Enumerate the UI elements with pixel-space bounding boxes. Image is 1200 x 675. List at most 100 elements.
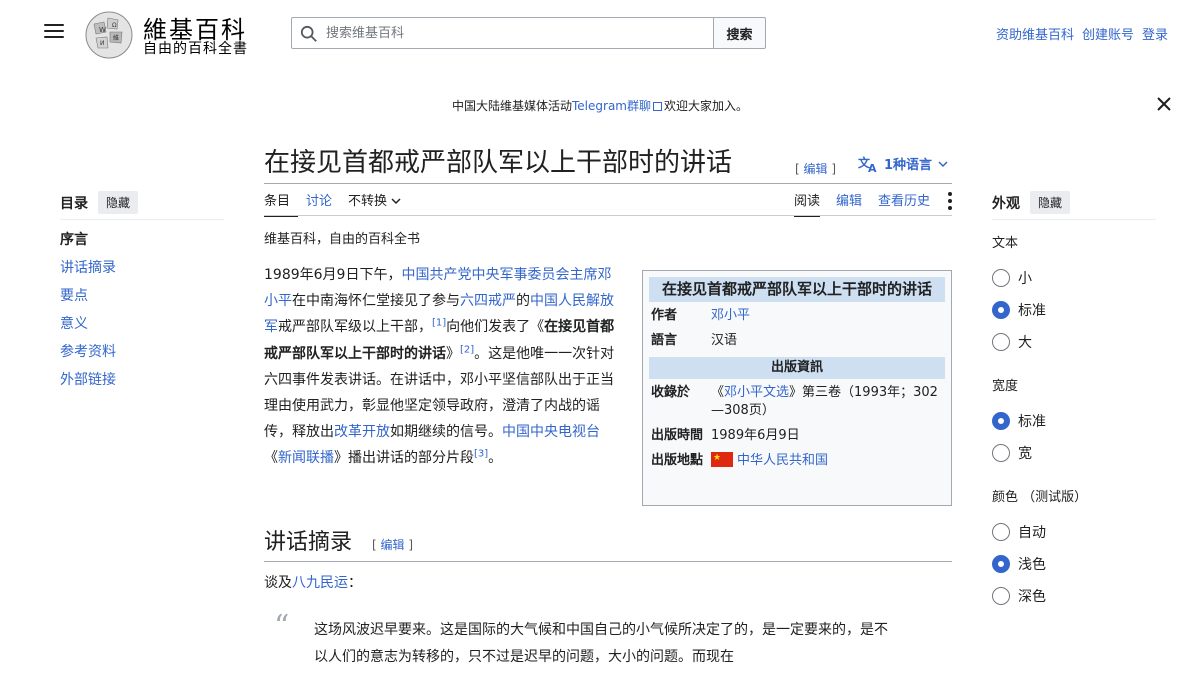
infobox-label: 語言 — [651, 333, 678, 348]
text: 《 — [264, 450, 278, 467]
view-tabs: 阅读 编辑 查看历史 — [778, 190, 952, 217]
radio-text-standard[interactable]: 标准 — [992, 300, 1046, 320]
infobox-selected-works-link[interactable]: 邓小平文选 — [724, 385, 789, 400]
language-count: 1种语言 — [884, 158, 933, 173]
radio-color-light[interactable]: 浅色 — [992, 554, 1046, 574]
site-subtitle: 维基百科，自由的百科全书 — [264, 232, 421, 247]
ref-1[interactable]: [1] — [432, 318, 446, 329]
toc-item: 意义 — [60, 316, 116, 344]
translate-icon: 文 A — [858, 155, 877, 173]
variant-label: 不转换 — [348, 194, 388, 209]
link-cmc-chairman[interactable]: 中国共产党中央军事委员会主席 — [401, 267, 597, 283]
svg-text:Ω: Ω — [112, 22, 117, 29]
radio-circle — [992, 444, 1010, 462]
infobox-value: 中华人民共和国 — [711, 449, 943, 470]
section-divider — [264, 561, 952, 562]
close-icon[interactable] — [1156, 96, 1172, 112]
variant-dropdown[interactable]: 不转换 — [340, 190, 409, 217]
infobox-row-collected: 收錄於 《邓小平文选》第三卷（1993年；302—308页） — [649, 379, 945, 422]
radio-label: 小 — [1018, 271, 1032, 287]
appearance-header: 外观 隐藏 — [992, 191, 1071, 214]
infobox-prc-link[interactable]: 中华人民共和国 — [737, 453, 828, 468]
namespace-tabs: 条目 讨论 不转换 — [264, 190, 409, 217]
ref-3[interactable]: [3] — [474, 449, 488, 460]
radio-color-dark[interactable]: 深色 — [992, 586, 1046, 606]
toc-item: 参考资料 — [60, 344, 116, 372]
infobox-author-link[interactable]: 邓小平 — [711, 307, 943, 325]
infobox-label: 出版時間 — [651, 428, 704, 443]
toc-link-excerpts[interactable]: 讲话摘录 — [60, 260, 116, 276]
search-input[interactable] — [326, 18, 706, 48]
blockquote: 这场风波迟早要来。这是国际的大气候和中国自己的小气候所决定了的，是一定要来的，是… — [314, 622, 888, 665]
toc-link-external[interactable]: 外部链接 — [60, 372, 116, 388]
search-button[interactable]: 搜索 — [713, 17, 766, 49]
language-button[interactable]: 文 A 1种语言 — [858, 154, 948, 173]
tab-article[interactable]: 条目 — [264, 190, 299, 217]
toc-divider — [60, 219, 224, 220]
radio-width-wide[interactable]: 宽 — [992, 443, 1032, 463]
search-box[interactable] — [291, 17, 714, 49]
link-reform[interactable]: 改革开放 — [334, 424, 390, 440]
wikipedia-globe-logo[interactable]: W Ω 維 И — [84, 10, 134, 60]
site-notice-banner: 中国大陆维基媒体活动Telegram群聊 欢迎大家加入。 — [0, 97, 1200, 114]
login-link[interactable]: 登录 — [1142, 24, 1168, 43]
link-xinwen[interactable]: 新闻联播 — [278, 450, 334, 466]
link-martial-law[interactable]: 六四戒严 — [460, 293, 516, 309]
toc-title: 目录 — [60, 195, 88, 212]
donate-link[interactable]: 资助维基百科 — [996, 24, 1074, 43]
text: 戒严部队军级以上干部， — [278, 319, 432, 336]
text: 谈及 — [264, 575, 292, 591]
toc-item-intro[interactable]: 序言 — [60, 232, 116, 260]
tab-talk[interactable]: 讨论 — [298, 190, 340, 217]
text: 向他们发表了《 — [446, 319, 545, 336]
infobox-row-time: 出版時間 1989年6月9日 — [649, 422, 945, 447]
text: 在中南海怀仁堂接见了参与 — [292, 293, 460, 310]
radio-label: 浅色 — [1018, 557, 1046, 573]
radio-text-large[interactable]: 大 — [992, 332, 1032, 352]
radio-label: 深色 — [1018, 589, 1046, 605]
radio-circle — [992, 301, 1010, 319]
search-icon — [300, 25, 317, 42]
radio-circle — [992, 555, 1010, 573]
radio-width-standard[interactable]: 标准 — [992, 411, 1046, 431]
toc-hide-button[interactable]: 隐藏 — [98, 191, 139, 214]
create-account-link[interactable]: 创建账号 — [1082, 24, 1134, 43]
lead-paragraph: 1989年6月9日下午，中国共产党中央军事委员会主席邓小平在中南海怀仁堂接见了参… — [264, 262, 624, 472]
link-cctv[interactable]: 中国中央电视台 — [502, 424, 600, 440]
section-edit-link[interactable]: 编辑 — [381, 538, 405, 552]
tabs-divider — [264, 215, 952, 216]
infobox-row-place: 出版地點 中华人民共和国 — [649, 447, 945, 472]
radio-label: 大 — [1018, 335, 1032, 351]
toc-link-keypoints[interactable]: 要点 — [60, 288, 88, 304]
ref-2[interactable]: [2] — [460, 344, 474, 355]
radio-circle — [992, 412, 1010, 430]
text: 如期继续的信号。 — [390, 424, 502, 441]
svg-text:維: 維 — [113, 34, 119, 42]
toc-link-references[interactable]: 参考资料 — [60, 344, 116, 360]
toc-item: 讲话摘录 — [60, 260, 116, 288]
banner-telegram-link[interactable]: Telegram群聊 — [572, 99, 651, 113]
radio-circle — [992, 587, 1010, 605]
radio-circle — [992, 333, 1010, 351]
svg-text:A: A — [868, 162, 877, 173]
logo-tagline: 自由的百科全書 — [143, 41, 248, 57]
radio-text-small[interactable]: 小 — [992, 268, 1032, 288]
tab-read[interactable]: 阅读 — [793, 190, 820, 217]
banner-suffix: 欢迎大家加入。 — [664, 99, 749, 113]
tab-edit[interactable]: 编辑 — [836, 190, 862, 215]
tab-history[interactable]: 查看历史 — [878, 190, 930, 215]
infobox-row-author: 作者 邓小平 — [649, 302, 945, 327]
svg-text:W: W — [99, 26, 106, 34]
toc-link-significance[interactable]: 意义 — [60, 316, 88, 332]
radio-circle — [992, 269, 1010, 287]
title-edit-link[interactable]: 编辑 — [804, 162, 828, 176]
link-1989-movement[interactable]: 八九民运 — [292, 575, 348, 591]
text: 的 — [516, 293, 530, 310]
text-size-label: 文本 — [992, 236, 1019, 251]
main-menu-button[interactable] — [44, 24, 64, 42]
radio-label: 宽 — [1018, 446, 1032, 462]
appearance-hide-button[interactable]: 隐藏 — [1030, 191, 1071, 214]
more-tools-icon[interactable] — [948, 190, 952, 210]
toc-header: 目录 隐藏 — [60, 191, 139, 214]
radio-color-auto[interactable]: 自动 — [992, 522, 1046, 542]
